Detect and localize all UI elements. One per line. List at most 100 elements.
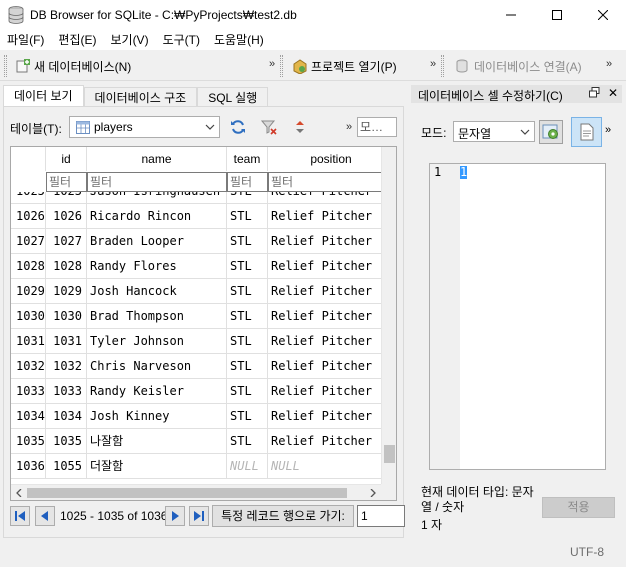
horizontal-scroll-thumb[interactable] [27,488,347,498]
column-header-id[interactable]: id [46,147,87,171]
grid-vertical-scrollbar[interactable] [381,147,396,485]
previous-record-button[interactable] [35,506,55,526]
next-record-button[interactable] [165,506,185,526]
cell-team[interactable]: STL [227,404,268,429]
cell-position[interactable]: Relief Pitcher [268,279,383,304]
cell-id[interactable]: 1026 [46,204,87,229]
close-dock-icon[interactable]: ✕ [608,86,618,100]
vertical-scroll-thumb[interactable] [384,445,395,463]
cell-name[interactable]: Chris Narveson [87,354,227,379]
cell-team[interactable]: STL [227,192,268,204]
filter-input-id[interactable]: 필터 [46,172,87,192]
row-number[interactable]: 1031 [11,329,46,354]
table-select[interactable]: players [69,116,220,138]
toolbar-overflow-chevron[interactable]: » [430,58,436,70]
table-row[interactable]: 1035 1035 나잘함 STL Relief Pitcher [11,429,383,454]
cell-position[interactable]: Relief Pitcher [268,379,383,404]
row-number[interactable]: 1035 [11,429,46,454]
row-number[interactable]: 1026 [11,204,46,229]
tab-database-structure[interactable]: 데이터베이스 구조 [83,87,198,108]
cell-name[interactable]: Randy Keisler [87,379,227,404]
table-row[interactable]: 1026 1026 Ricardo Rincon STL Relief Pitc… [11,204,383,229]
cell-id[interactable]: 1025 [46,192,87,204]
filter-input-name[interactable]: 필터 [87,172,227,192]
cell-name[interactable]: 나잘함 [87,429,227,454]
close-button[interactable] [580,0,626,30]
cell-position[interactable]: Relief Pitcher [268,192,383,204]
cell-position[interactable]: Relief Pitcher [268,404,383,429]
word-wrap-button[interactable] [571,117,602,147]
goto-record-button[interactable]: 특정 레코드 행으로 가기: [212,505,354,527]
row-number[interactable]: 1028 [11,254,46,279]
table-row[interactable]: 1032 1032 Chris Narveson STL Relief Pitc… [11,354,383,379]
open-project-button[interactable]: 프로젝트 열기(P) [292,56,397,76]
cell-id[interactable]: 1030 [46,304,87,329]
cell-id[interactable]: 1033 [46,379,87,404]
chevron-left-icon[interactable] [15,489,23,497]
filter-search-input[interactable]: 모… [357,117,397,137]
cell-name[interactable]: Josh Kinney [87,404,227,429]
cell-team[interactable]: STL [227,229,268,254]
grid-horizontal-scrollbar[interactable] [11,484,383,500]
cell-id[interactable]: 1035 [46,429,87,454]
tab-browse-data[interactable]: 데이터 보기 [3,85,84,108]
table-row[interactable]: 1036 1055 더잘함 NULL NULL [11,454,383,479]
cell-id[interactable]: 1028 [46,254,87,279]
table-row[interactable]: 1029 1029 Josh Hancock STL Relief Pitche… [11,279,383,304]
cell-position[interactable]: Relief Pitcher [268,429,383,454]
toolbar-overflow-chevron[interactable]: » [269,58,275,70]
cell-position[interactable]: Relief Pitcher [268,204,383,229]
clear-filters-button[interactable] [259,117,279,137]
first-record-button[interactable] [10,506,30,526]
tab-execute-sql[interactable]: SQL 실행 [197,87,269,108]
row-number[interactable]: 1036 [11,454,46,479]
dock-toolbar-overflow-chevron[interactable]: » [605,124,611,136]
cell-team[interactable]: NULL [227,454,268,479]
maximize-button[interactable] [534,0,580,30]
filter-overflow-chevron[interactable]: » [346,121,352,133]
table-row[interactable]: 1025 1025 Jason Isringhausen STL Relief … [11,192,383,204]
cell-position[interactable]: NULL [268,454,383,479]
cell-name[interactable]: Josh Hancock [87,279,227,304]
mode-select[interactable]: 문자열 [453,121,535,142]
row-number[interactable]: 1027 [11,229,46,254]
cell-team[interactable]: STL [227,204,268,229]
new-database-button[interactable]: 새 데이터베이스(N) [15,56,131,76]
row-number[interactable]: 1033 [11,379,46,404]
minimize-button[interactable] [488,0,534,30]
last-record-button[interactable] [189,506,209,526]
cell-team[interactable]: STL [227,354,268,379]
cell-team[interactable]: STL [227,329,268,354]
cell-team[interactable]: STL [227,429,268,454]
menu-help[interactable]: 도움말(H) [207,30,271,50]
menu-file[interactable]: 파일(F) [0,30,51,50]
cell-team[interactable]: STL [227,304,268,329]
row-number[interactable]: 1029 [11,279,46,304]
menu-edit[interactable]: 편집(E) [51,30,103,50]
filter-input-team[interactable]: 필터 [227,172,268,192]
column-header-team[interactable]: team [227,147,268,171]
table-row[interactable]: 1027 1027 Braden Looper STL Relief Pitch… [11,229,383,254]
cell-team[interactable]: STL [227,254,268,279]
float-dock-icon[interactable] [589,87,600,98]
table-row[interactable]: 1034 1034 Josh Kinney STL Relief Pitcher [11,404,383,429]
menu-tools[interactable]: 도구(T) [156,30,207,50]
cell-team[interactable]: STL [227,379,268,404]
cell-name[interactable]: Tyler Johnson [87,329,227,354]
cell-team[interactable]: STL [227,279,268,304]
table-row[interactable]: 1030 1030 Brad Thompson STL Relief Pitch… [11,304,383,329]
auto-switch-mode-button[interactable] [539,120,563,144]
table-row[interactable]: 1028 1028 Randy Flores STL Relief Pitche… [11,254,383,279]
cell-id[interactable]: 1032 [46,354,87,379]
cell-position[interactable]: Relief Pitcher [268,229,383,254]
selected-text[interactable]: 1 [460,166,467,179]
attach-database-button[interactable]: 데이터베이스 연결(A) [455,56,582,76]
cell-position[interactable]: Relief Pitcher [268,304,383,329]
cell-name[interactable]: Randy Flores [87,254,227,279]
refresh-button[interactable] [228,117,248,137]
cell-id[interactable]: 1031 [46,329,87,354]
apply-button[interactable]: 적용 [542,497,615,518]
cell-position[interactable]: Relief Pitcher [268,329,383,354]
cell-name[interactable]: 더잘함 [87,454,227,479]
cell-id[interactable]: 1027 [46,229,87,254]
